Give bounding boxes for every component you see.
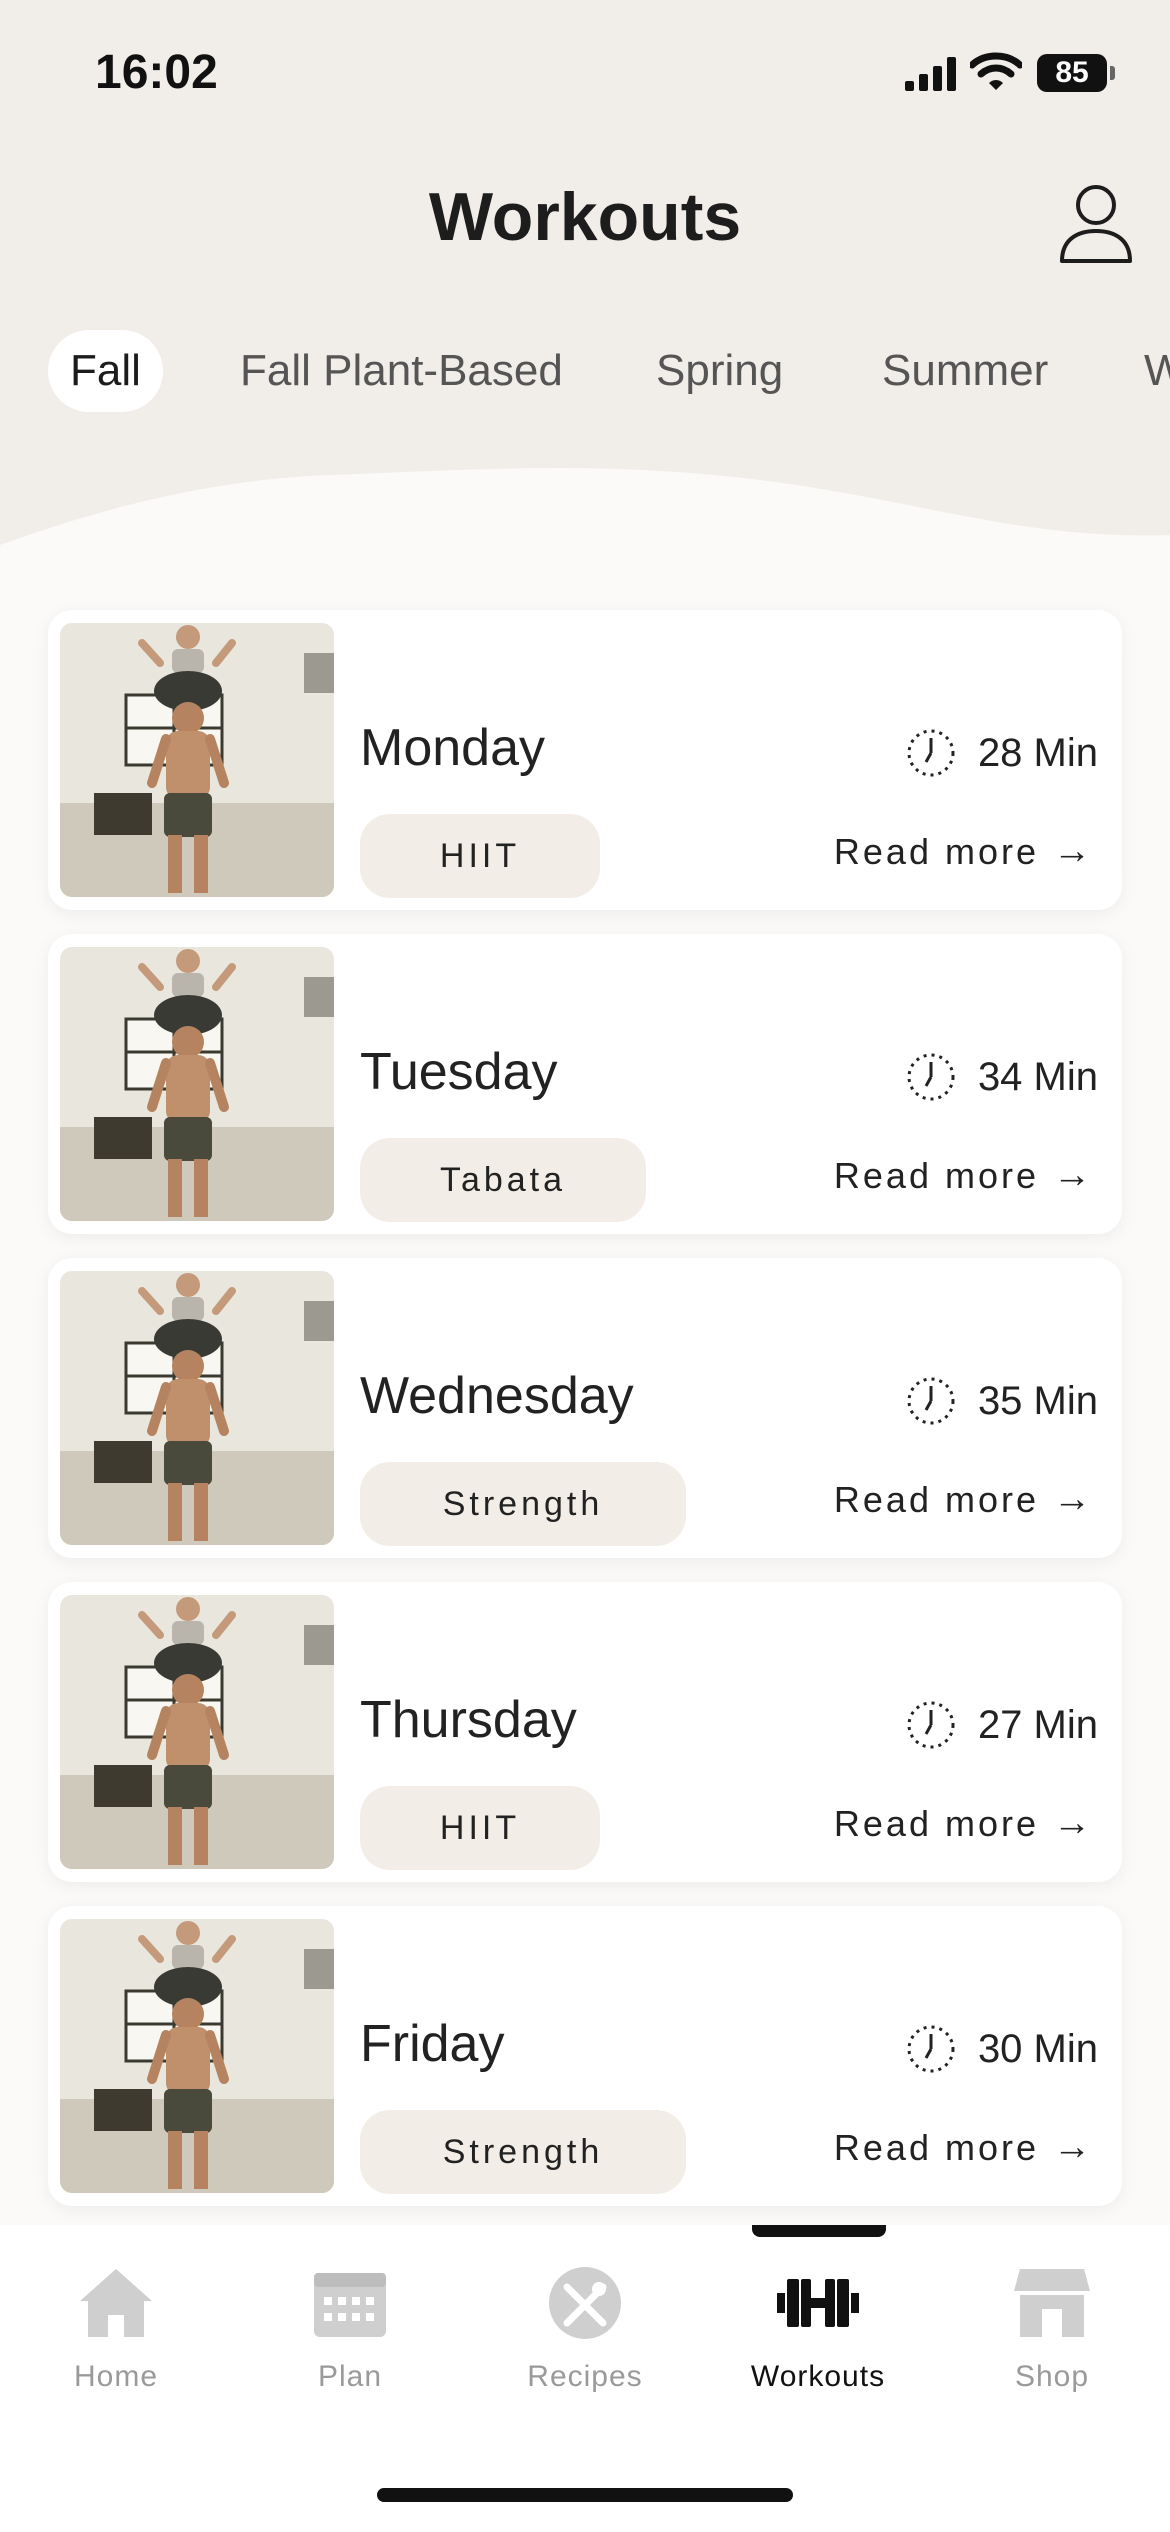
workout-thumbnail <box>60 623 334 897</box>
tab-bar-label: Shop <box>1014 2360 1090 2393</box>
home-indicator <box>377 2488 793 2502</box>
workout-day: Thursday <box>360 1691 577 1749</box>
read-more-label: Read more <box>833 1802 1039 1844</box>
duration-text: 34 Min <box>977 1054 1098 1099</box>
workout-type-badge: HIIT <box>360 814 600 898</box>
calendar-icon <box>314 2273 386 2337</box>
tab-bar-home[interactable]: Home <box>16 2265 216 2394</box>
wifi-icon <box>970 52 1022 90</box>
timer-icon <box>907 1701 955 1749</box>
duration-text: 27 Min <box>977 1702 1098 1747</box>
arrow-right-icon: → <box>1053 830 1094 872</box>
timer-icon <box>907 1053 955 1101</box>
read-more-link[interactable]: Read more → <box>834 2126 1094 2169</box>
duration-text: 35 Min <box>977 1378 1098 1423</box>
read-more-label: Read more <box>833 830 1039 872</box>
page-title: Workouts <box>428 179 742 255</box>
utensils-icon <box>549 2267 621 2339</box>
timer-icon <box>907 1377 955 1425</box>
duration-text: 28 Min <box>977 730 1098 775</box>
arrow-right-icon: → <box>1053 2126 1094 2168</box>
dumbbell-icon <box>777 2279 859 2327</box>
workout-duration: 35 Min <box>906 1376 1098 1426</box>
header: 16:02 85 Workouts Fall Fall Plant-Based … <box>0 0 1170 560</box>
timer-icon <box>907 729 955 777</box>
workout-duration: 28 Min <box>906 728 1098 778</box>
arrow-right-icon: → <box>1053 1478 1094 1520</box>
tab-winter[interactable]: W <box>1122 330 1170 412</box>
workout-card-tuesday[interactable]: Tuesday Tabata 34 Min Read more → <box>48 934 1122 1234</box>
read-more-label: Read more <box>833 1154 1039 1196</box>
duration-text: 30 Min <box>977 2026 1098 2071</box>
read-more-link[interactable]: Read more → <box>834 1802 1094 1845</box>
bottom-tab-bar: Home Plan Recipes Workouts Shop <box>0 2225 1170 2532</box>
arrow-right-icon: → <box>1053 1154 1094 1196</box>
arrow-right-icon: → <box>1053 1802 1094 1844</box>
tab-bar-label: Workouts <box>750 2360 886 2393</box>
workout-duration: 30 Min <box>906 2024 1098 2074</box>
read-more-link[interactable]: Read more → <box>834 1478 1094 1521</box>
home-icon <box>80 2269 152 2337</box>
workout-thumbnail <box>60 1595 334 1869</box>
tab-bar-shop[interactable]: Shop <box>952 2265 1152 2394</box>
read-more-link[interactable]: Read more → <box>834 830 1094 873</box>
workout-day: Tuesday <box>360 1043 558 1101</box>
season-tabs: Fall Fall Plant-Based Spring Summer W <box>0 330 1170 416</box>
tab-bar-plan[interactable]: Plan <box>250 2265 450 2394</box>
workout-day: Friday <box>360 2015 505 2073</box>
tab-summer[interactable]: Summer <box>860 330 1070 412</box>
workout-card-friday[interactable]: Friday Strength 30 Min Read more → <box>48 1906 1122 2206</box>
workout-day: Wednesday <box>360 1367 634 1425</box>
active-tab-indicator <box>752 2225 886 2237</box>
workout-duration: 34 Min <box>906 1052 1098 1102</box>
read-more-label: Read more <box>833 1478 1039 1520</box>
workout-day: Monday <box>360 719 545 777</box>
tab-bar-label: Recipes <box>527 2360 643 2393</box>
tab-fall[interactable]: Fall <box>48 330 163 412</box>
tab-bar-label: Plan <box>317 2360 383 2393</box>
status-time: 16:02 <box>95 46 218 99</box>
workout-type-badge: Strength <box>360 2110 686 2194</box>
tab-fall-plant-based[interactable]: Fall Plant-Based <box>218 330 585 412</box>
battery-tip <box>1110 66 1115 80</box>
store-icon <box>1014 2269 1090 2337</box>
workout-thumbnail <box>60 1271 334 1545</box>
status-bar: 16:02 85 <box>0 0 1170 150</box>
workout-type-badge: HIIT <box>360 1786 600 1870</box>
workout-type-badge: Tabata <box>360 1138 646 1222</box>
timer-icon <box>907 2025 955 2073</box>
workout-card-monday[interactable]: Monday HIIT 28 Min Read more → <box>48 610 1122 910</box>
workout-thumbnail <box>60 947 334 1221</box>
battery-indicator: 85 <box>1037 54 1107 92</box>
tab-bar-workouts[interactable]: Workouts <box>718 2265 918 2394</box>
profile-icon[interactable] <box>1058 183 1134 265</box>
workout-thumbnail <box>60 1919 334 2193</box>
workout-type-badge: Strength <box>360 1462 686 1546</box>
workout-card-thursday[interactable]: Thursday HIIT 27 Min Read more → <box>48 1582 1122 1882</box>
workout-duration: 27 Min <box>906 1700 1098 1750</box>
read-more-link[interactable]: Read more → <box>834 1154 1094 1197</box>
read-more-label: Read more <box>833 2126 1039 2168</box>
workout-card-wednesday[interactable]: Wednesday Strength 35 Min Read more → <box>48 1258 1122 1558</box>
tab-spring[interactable]: Spring <box>634 330 805 412</box>
tab-bar-recipes[interactable]: Recipes <box>485 2265 685 2394</box>
tab-bar-label: Home <box>73 2360 159 2393</box>
cellular-signal-icon <box>905 57 956 91</box>
